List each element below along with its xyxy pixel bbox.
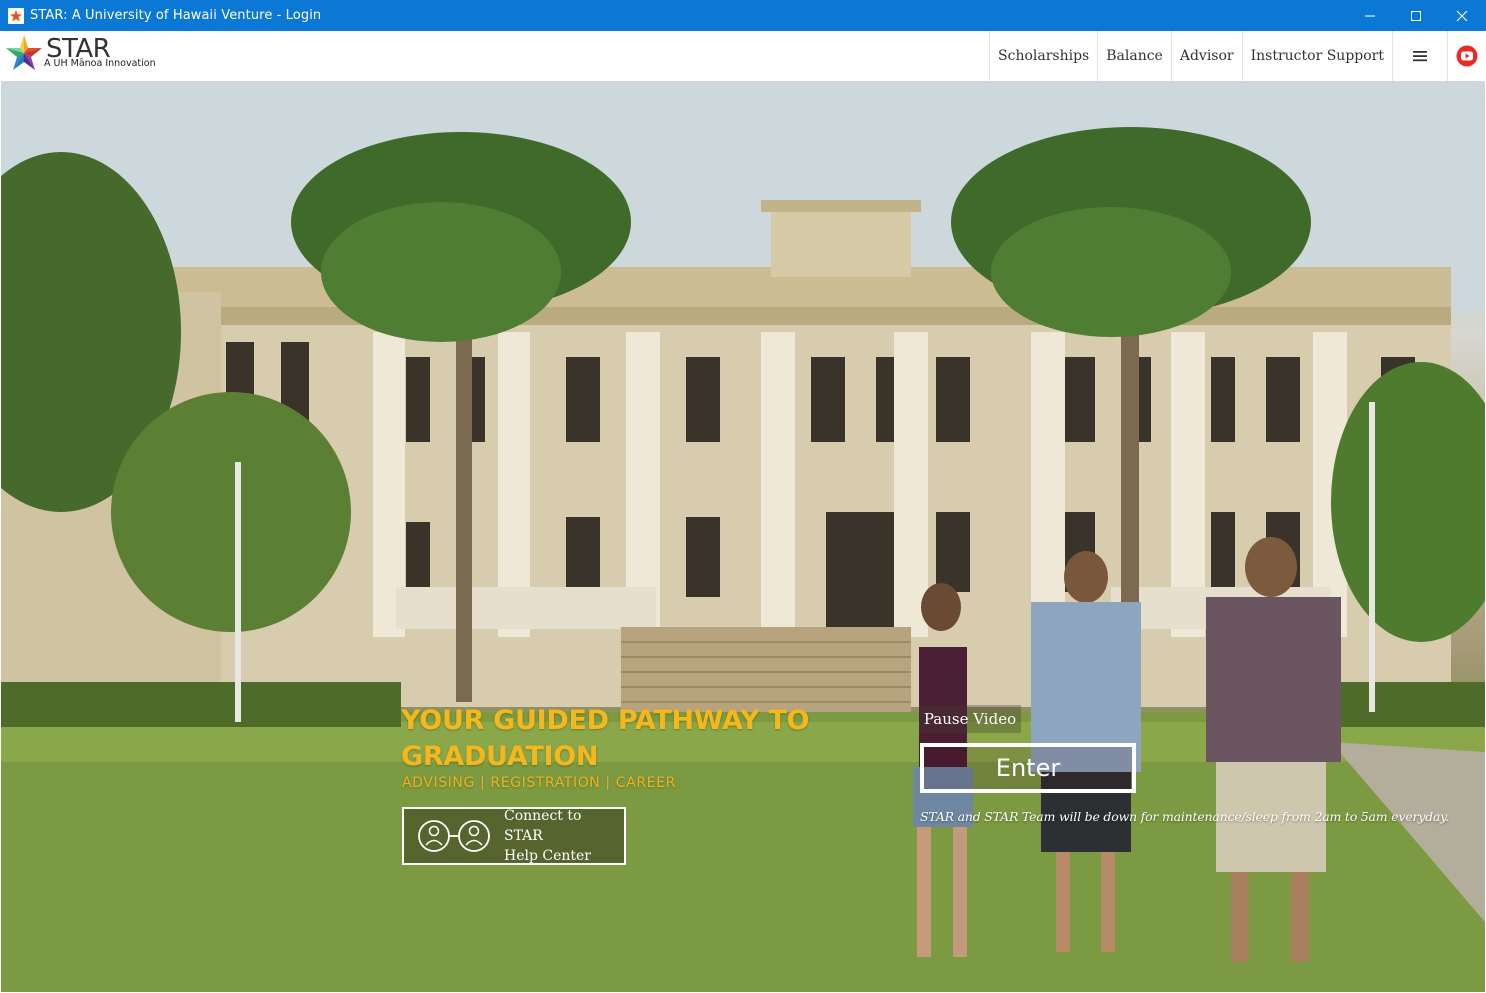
maintenance-notice: STAR and STAR Team will be down for main…: [920, 809, 1450, 824]
nav-instructor-support-label: Instructor Support: [1250, 48, 1384, 64]
menu-button[interactable]: [1392, 31, 1447, 81]
window-title: STAR: A University of Hawaii Venture - L…: [30, 8, 322, 23]
hamburger-menu-icon: [1413, 51, 1427, 62]
maximize-button[interactable]: [1393, 0, 1439, 31]
maximize-icon: [1411, 10, 1421, 21]
minimize-icon: [1365, 15, 1375, 16]
help-center-line1: Connect to STAR: [504, 808, 582, 844]
pause-video-button[interactable]: Pause Video: [919, 705, 1021, 733]
nav-instructor-support[interactable]: Instructor Support: [1241, 31, 1392, 81]
app-icon: [8, 7, 24, 24]
close-icon: [1456, 10, 1468, 21]
nav-balance-label: Balance: [1106, 48, 1163, 64]
campus-scene-image: [1, 82, 1485, 992]
hero-subline: ADVISING | REGISTRATION | CAREER: [402, 775, 676, 791]
help-center-button[interactable]: Connect to STAR Help Center: [402, 807, 626, 865]
hero-video-background: YOUR GUIDED PATHWAY TO GRADUATION ADVISI…: [1, 82, 1485, 992]
logo-tagline: A UH Mānoa Innovation: [44, 58, 156, 69]
hero-headline: YOUR GUIDED PATHWAY TO GRADUATION: [401, 705, 810, 772]
close-button[interactable]: [1439, 0, 1485, 31]
star-logo[interactable]: STAR A UH Mānoa Innovation: [4, 33, 164, 77]
nav-scholarships-label: Scholarships: [998, 48, 1090, 64]
enter-button[interactable]: Enter: [920, 743, 1136, 793]
top-nav: Scholarships Balance Advisor Instructor …: [989, 31, 1485, 81]
connect-people-icon: [416, 816, 504, 856]
help-center-label: Connect to STAR Help Center: [504, 806, 624, 866]
youtube-button[interactable]: [1447, 31, 1485, 81]
youtube-icon: [1456, 45, 1477, 67]
minimize-button[interactable]: [1347, 0, 1393, 31]
nav-advisor-label: Advisor: [1179, 48, 1234, 64]
nav-advisor[interactable]: Advisor: [1170, 31, 1242, 81]
window-title-bar: STAR: A University of Hawaii Venture - L…: [0, 0, 1486, 31]
star-logo-icon: [6, 35, 42, 70]
nav-scholarships[interactable]: Scholarships: [989, 31, 1097, 81]
window-controls: [1347, 0, 1485, 31]
help-center-line2: Help Center: [504, 848, 592, 864]
app-header: STAR A UH Mānoa Innovation Scholarships …: [1, 31, 1485, 82]
nav-balance[interactable]: Balance: [1097, 31, 1171, 81]
